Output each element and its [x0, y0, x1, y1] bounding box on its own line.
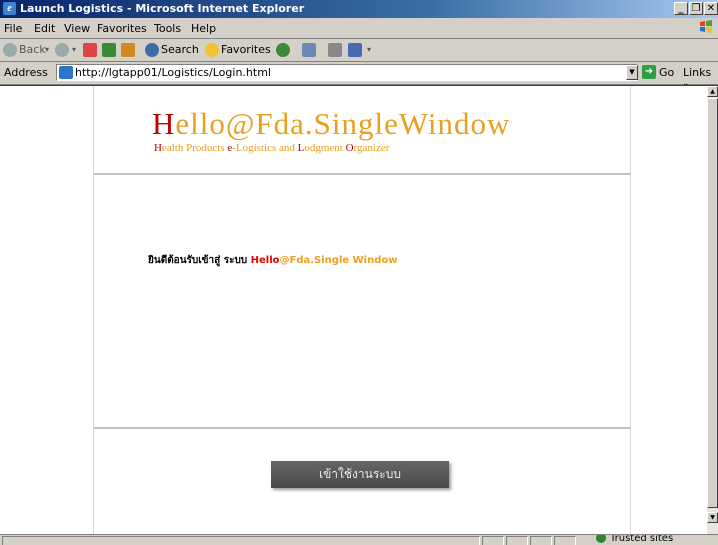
- status-bar: Trusted sites: [0, 534, 718, 545]
- menu-bar: File Edit View Favorites Tools Help: [0, 18, 718, 39]
- forward-arrow-icon[interactable]: [55, 43, 69, 57]
- menu-tools[interactable]: Tools: [154, 22, 181, 35]
- edit-dropdown-icon[interactable]: ▾: [367, 42, 371, 58]
- mail-icon[interactable]: [302, 43, 316, 57]
- menu-edit[interactable]: Edit: [34, 22, 55, 35]
- scroll-down-icon[interactable]: ▼: [707, 512, 718, 523]
- edit-word-icon[interactable]: [348, 43, 362, 57]
- scroll-thumb[interactable]: [707, 98, 718, 508]
- vertical-scrollbar[interactable]: ▲ ▼: [707, 85, 718, 535]
- ie-logo-icon: e: [3, 2, 16, 15]
- minimize-button[interactable]: _: [674, 2, 688, 15]
- page-icon: [59, 66, 73, 79]
- trusted-zone-icon: [596, 535, 606, 543]
- favorites-star-icon[interactable]: [205, 43, 219, 57]
- windows-logo-icon: [700, 20, 712, 33]
- refresh-icon[interactable]: [102, 43, 116, 57]
- address-url: http://lgtapp01/Logistics/Login.html: [75, 66, 271, 79]
- favorites-button[interactable]: Favorites: [221, 42, 271, 58]
- content-column: Hello@Fda.SingleWindow Health Products e…: [93, 86, 631, 535]
- footer-divider: [94, 427, 630, 429]
- back-button[interactable]: Back: [19, 42, 46, 58]
- welcome-message: ยินดีต้อนรับเข้าสู่ ระบบ Hello@Fda.Singl…: [148, 255, 398, 266]
- home-icon[interactable]: [121, 43, 135, 57]
- address-input[interactable]: http://lgtapp01/Logistics/Login.html: [56, 64, 638, 81]
- login-button[interactable]: เข้าใช้งานระบบ: [271, 461, 449, 488]
- print-icon[interactable]: [328, 43, 342, 57]
- close-button[interactable]: ✕: [704, 2, 718, 15]
- security-zone: Trusted sites: [596, 535, 673, 544]
- back-dropdown-icon[interactable]: ▾: [45, 42, 49, 58]
- menu-help[interactable]: Help: [191, 22, 216, 35]
- page-viewport: Hello@Fda.SingleWindow Health Products e…: [0, 85, 707, 535]
- standard-toolbar: Back ▾ ▾ Search Favorites ▾: [0, 39, 718, 62]
- forward-dropdown-icon[interactable]: ▾: [72, 42, 76, 58]
- address-dropdown-icon[interactable]: ▼: [626, 65, 638, 80]
- site-tagline: Health Products e-Logistics and Lodgment…: [154, 142, 390, 154]
- menu-file[interactable]: File: [4, 22, 22, 35]
- stop-icon[interactable]: [83, 43, 97, 57]
- menu-favorites[interactable]: Favorites: [97, 22, 147, 35]
- address-label: Address: [4, 66, 48, 79]
- back-arrow-icon[interactable]: [3, 43, 17, 57]
- search-icon[interactable]: [145, 43, 159, 57]
- menu-view[interactable]: View: [64, 22, 90, 35]
- restore-button[interactable]: ❐: [689, 2, 703, 15]
- address-bar: Address http://lgtapp01/Logistics/Login.…: [0, 62, 718, 92]
- header-divider: [94, 173, 630, 175]
- title-bar: e Launch Logistics - Microsoft Internet …: [0, 0, 718, 18]
- search-button[interactable]: Search: [161, 42, 199, 58]
- go-arrow-icon[interactable]: ➜: [642, 65, 656, 79]
- window-title: Launch Logistics - Microsoft Internet Ex…: [20, 2, 305, 15]
- site-logo: Hello@Fda.SingleWindow: [152, 106, 511, 141]
- go-button[interactable]: Go: [659, 66, 674, 79]
- history-icon[interactable]: [276, 43, 290, 57]
- scroll-up-icon[interactable]: ▲: [707, 86, 718, 97]
